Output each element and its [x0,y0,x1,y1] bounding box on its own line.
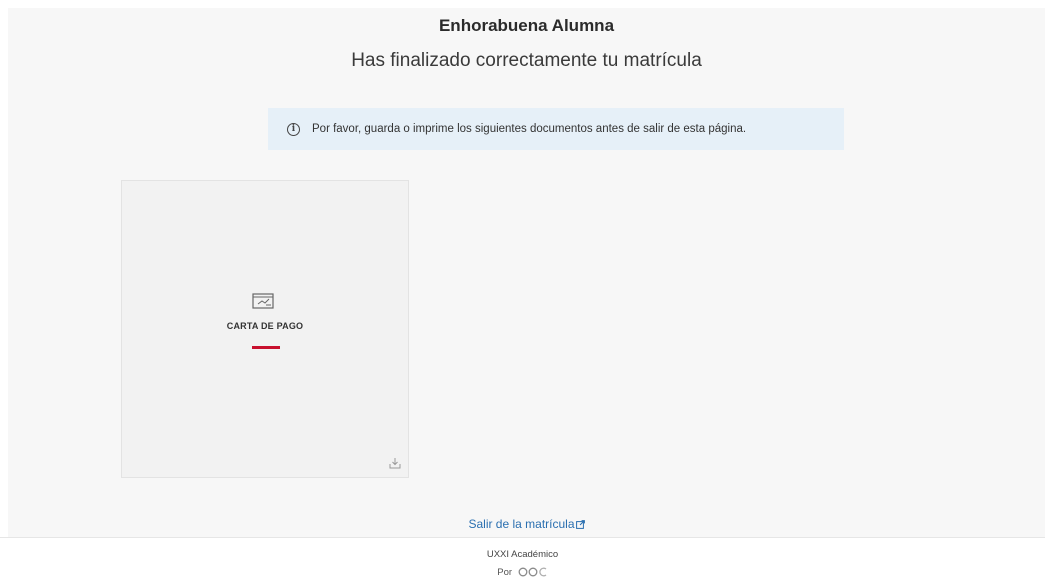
payment-document-icon [252,293,274,309]
main-content: Enhorabuena Alumna Has finalizado correc… [8,8,1045,537]
footer-product-name: UXXI Académico [486,549,559,560]
document-label: CARTA DE PAGO [226,321,304,331]
footer: UXXI Académico Por [0,537,1045,587]
info-banner-text: Por favor, guarda o imprime los siguient… [312,123,747,135]
ocu-logo-icon [518,567,547,577]
document-accent-bar [252,346,280,349]
page-title: Enhorabuena Alumna [438,16,615,35]
download-icon[interactable] [389,457,401,469]
footer-attribution: Por [0,567,1045,578]
footer-by-label: Por [497,567,513,578]
document-card-carta-de-pago[interactable]: CARTA DE PAGO [121,180,409,478]
info-banner: i Por favor, guarda o imprime los siguie… [268,108,844,150]
exit-link-label: Salir de la matrícula [468,517,575,531]
external-link-icon [575,520,585,529]
info-icon: i [287,122,300,136]
page-subtitle: Has finalizado correctamente tu matrícul… [351,50,702,71]
exit-enrollment-link[interactable]: Salir de la matrícula [8,517,1045,531]
page: Enhorabuena Alumna Has finalizado correc… [0,0,1045,587]
